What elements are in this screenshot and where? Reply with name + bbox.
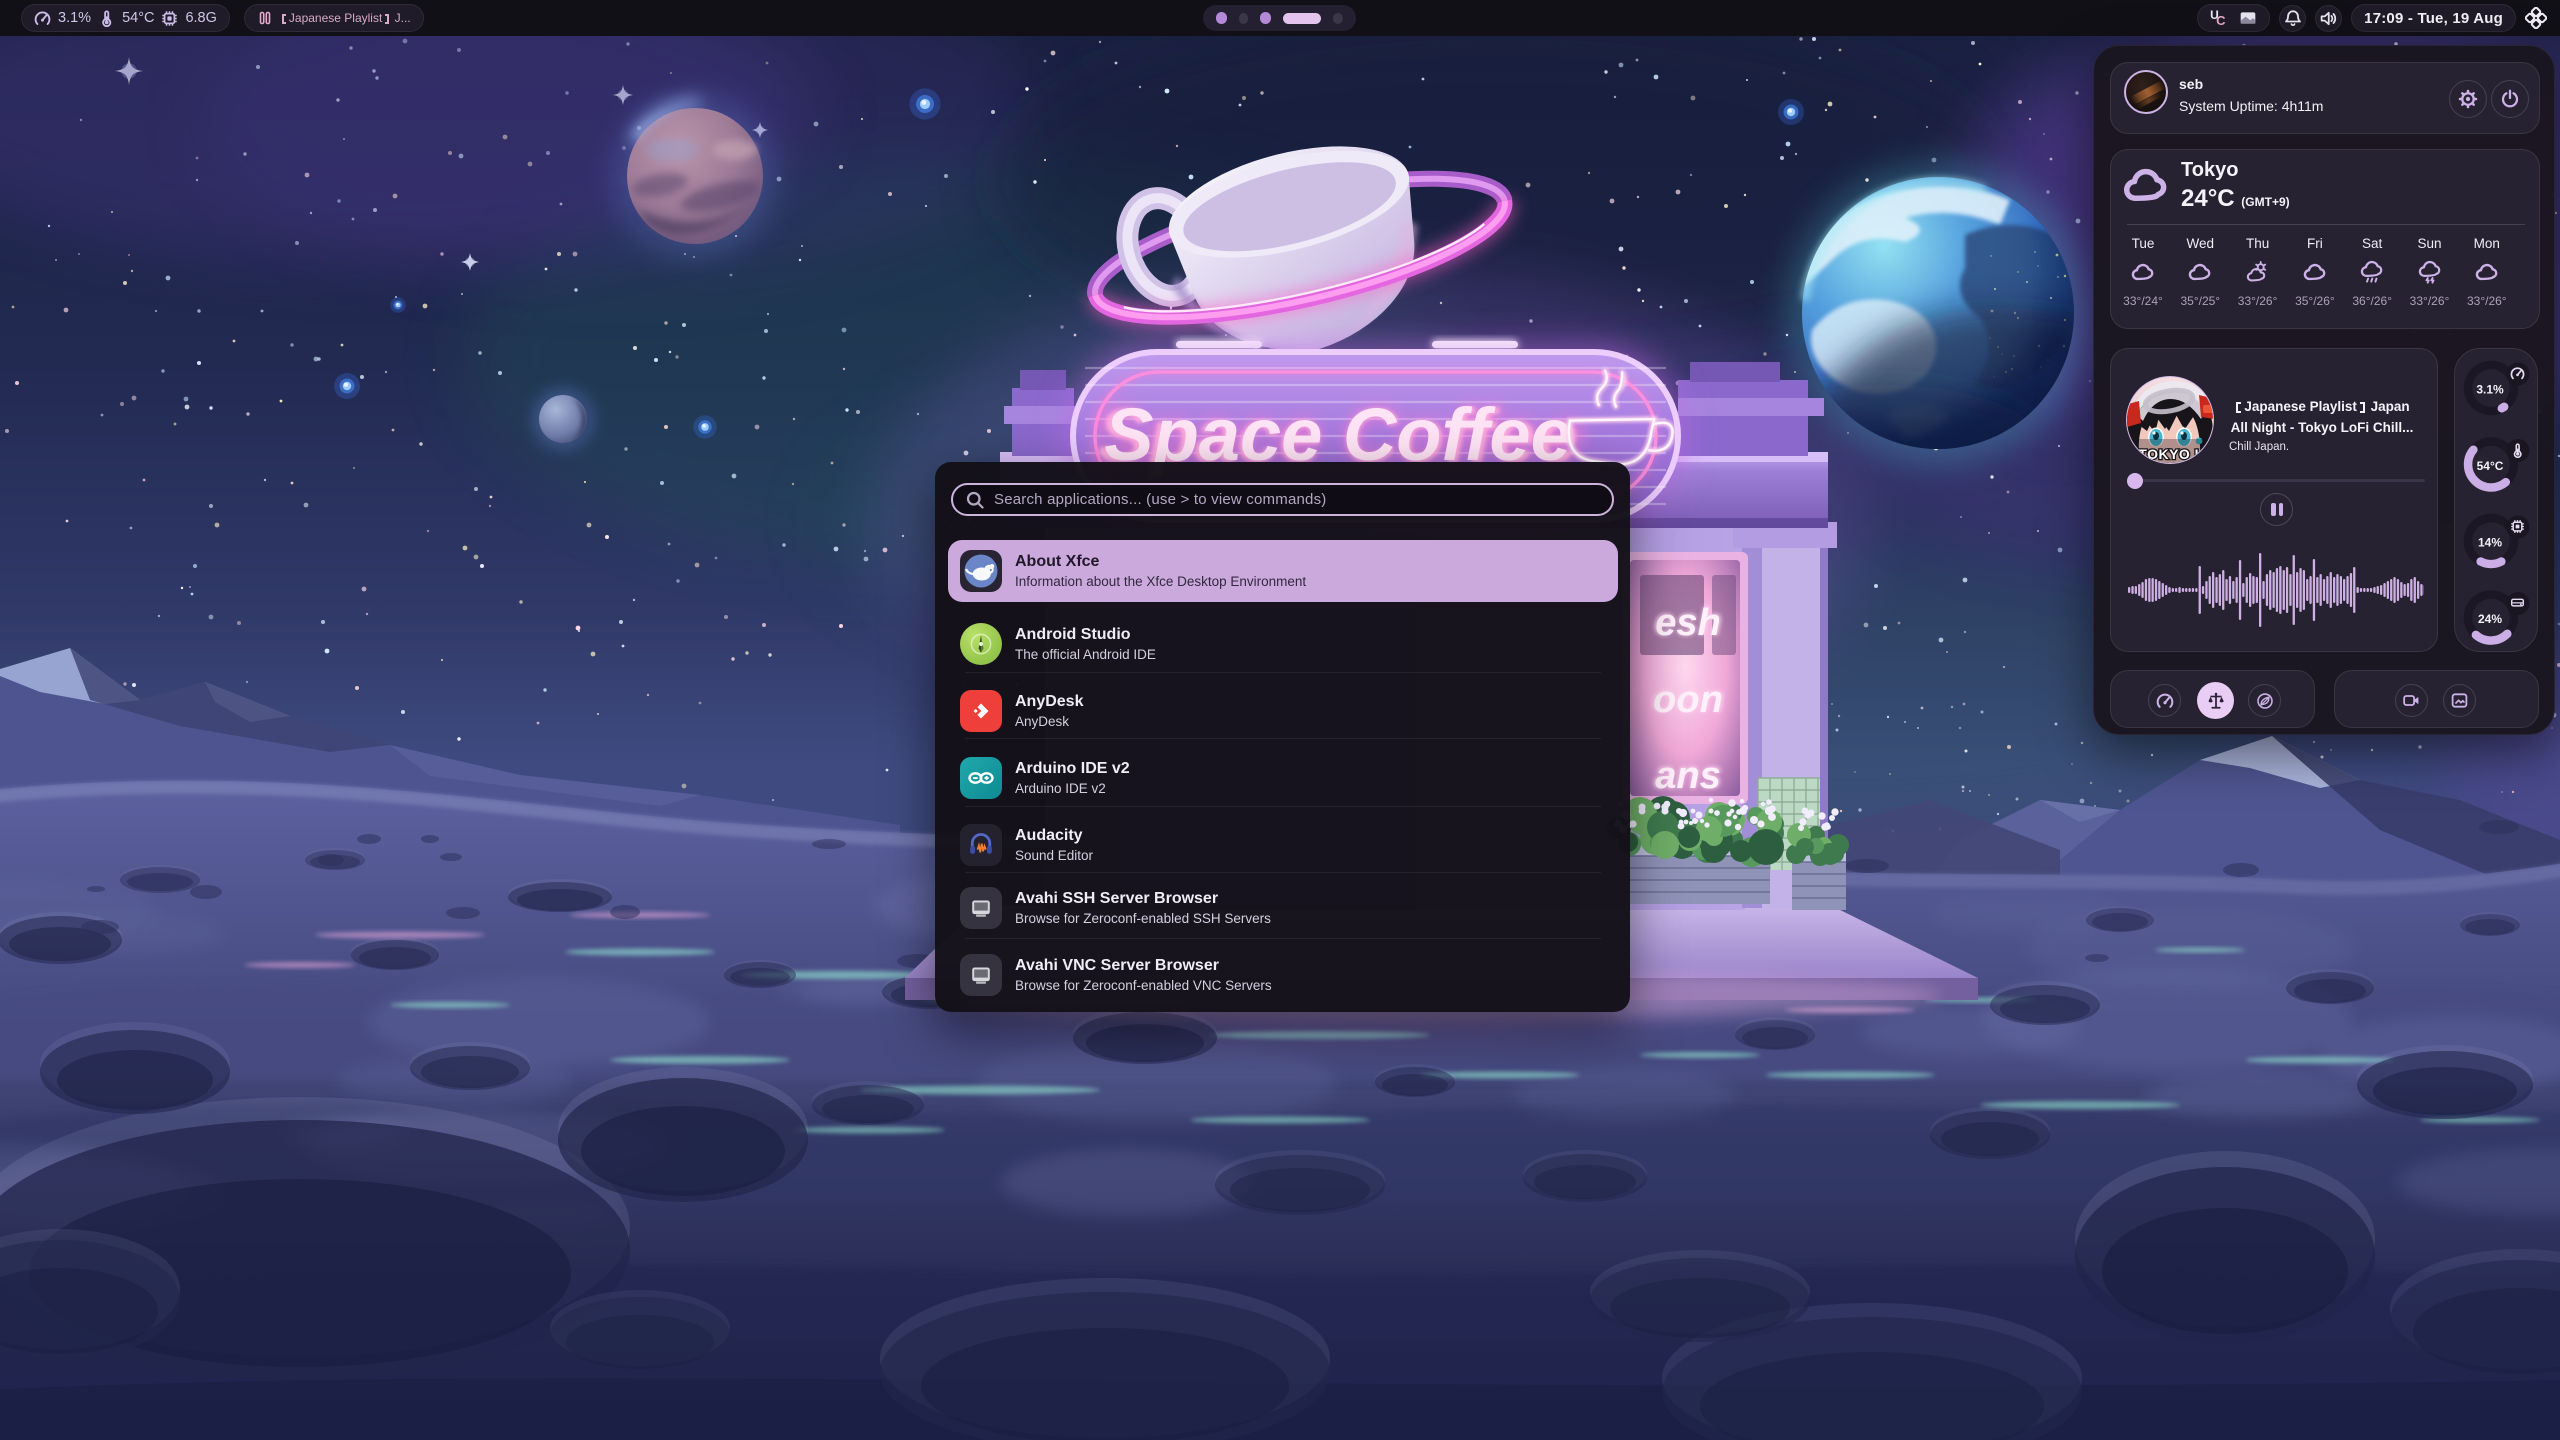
svg-text:TOKYO L: TOKYO L [2138,446,2203,462]
svg-text:oon: oon [1653,679,1723,721]
svg-text:3.1%: 3.1% [2476,383,2504,397]
svg-text:ans: ans [1655,755,1720,797]
svg-text:24%: 24% [2478,612,2502,626]
svg-text:54°C: 54°C [2477,459,2504,473]
svg-text:esh: esh [1655,602,1720,644]
svg-text:14%: 14% [2478,536,2502,550]
